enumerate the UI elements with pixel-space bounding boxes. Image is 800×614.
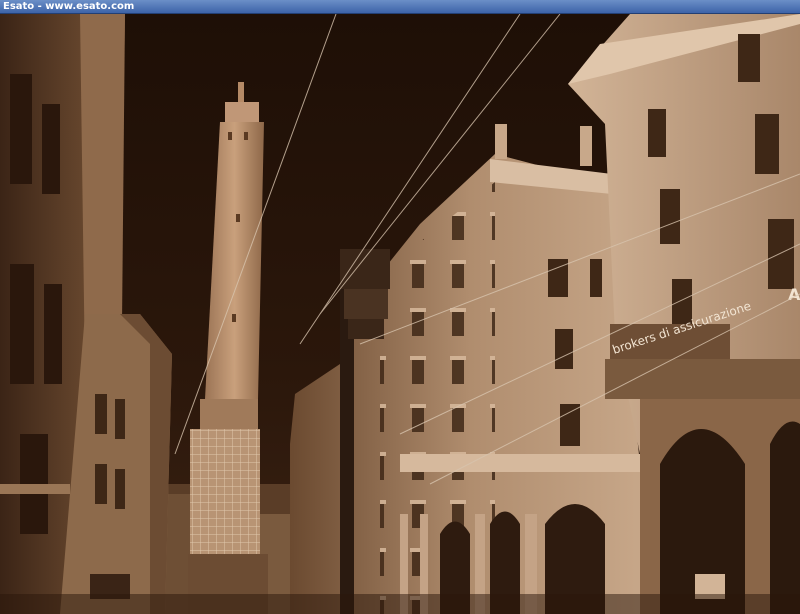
window-title: Esato - www.esato.com (3, 1, 135, 12)
street-level-shadow (0, 594, 800, 614)
window-titlebar: Esato - www.esato.com (0, 0, 800, 14)
photo-canvas: brokers di assicurazione A (0, 14, 800, 614)
street-photo: brokers di assicurazione A (0, 14, 800, 614)
